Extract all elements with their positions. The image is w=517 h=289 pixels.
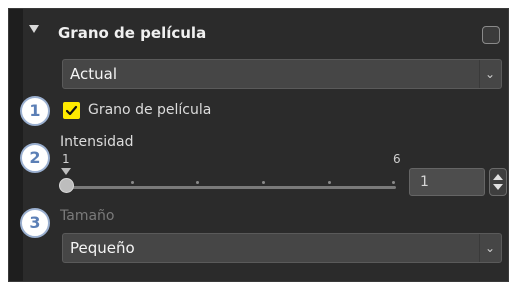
intensity-label: Intensidad <box>60 134 134 150</box>
collapse-triangle-icon[interactable] <box>29 25 39 33</box>
slider-tick-mark <box>262 181 265 184</box>
intensity-stepper[interactable] <box>489 168 507 196</box>
chevron-down-icon: ⌄ <box>484 67 495 81</box>
intensity-slider-thumb[interactable] <box>59 178 74 193</box>
stepper-down-icon[interactable] <box>493 184 503 190</box>
slider-tick-mark <box>392 181 395 184</box>
preset-dropdown[interactable]: Actual ⌄ <box>62 59 502 89</box>
size-dropdown-value: Pequeño <box>70 239 135 257</box>
stepper-up-icon[interactable] <box>493 174 503 180</box>
preset-dropdown-value: Actual <box>70 65 117 83</box>
intensity-value: 1 <box>420 174 429 190</box>
size-dropdown[interactable]: Pequeño ⌄ <box>62 233 502 263</box>
slider-tick-mark <box>196 181 199 184</box>
slider-tick-mark <box>131 181 134 184</box>
slider-max-label: 6 <box>393 152 401 166</box>
section-title: Grano de película <box>58 24 207 42</box>
intensity-value-field[interactable]: 1 <box>409 168 485 196</box>
checkmark-icon <box>65 105 78 116</box>
callout-badge-1: 1 <box>20 96 50 126</box>
intensity-slider-track[interactable] <box>62 186 396 189</box>
callout-badge-3: 3 <box>20 208 50 238</box>
slider-min-label: 1 <box>62 152 70 166</box>
callout-badge-2: 2 <box>20 143 50 173</box>
film-grain-checkbox-label: Grano de película <box>88 102 212 118</box>
screenshot-frame: Grano de película Actual ⌄ 1 Grano de pe… <box>0 0 517 289</box>
slider-pointer-icon <box>61 168 71 175</box>
section-enable-checkbox[interactable] <box>482 26 500 44</box>
film-grain-checkbox[interactable] <box>63 102 80 119</box>
chevron-down-icon: ⌄ <box>484 241 495 255</box>
size-label: Tamaño <box>60 208 115 224</box>
slider-tick-mark <box>328 181 331 184</box>
